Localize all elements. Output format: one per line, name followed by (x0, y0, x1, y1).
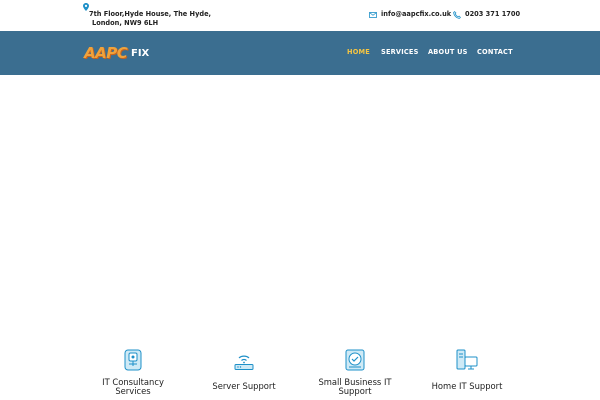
main-navbar: AAPC FIX HOME SERVICES ABOUT US CONTACT (0, 31, 600, 75)
email-link[interactable]: info@aapcfix.co.uk (381, 10, 451, 19)
it-consultancy-icon (124, 349, 142, 371)
server-router-icon (234, 355, 254, 370)
nav-services[interactable]: SERVICES (381, 48, 419, 56)
logo-text: AAPC (84, 44, 128, 62)
nav-about-us[interactable]: ABOUT US (428, 48, 468, 56)
home-computer-icon (456, 349, 478, 370)
services-row: IT Consultancy Services Server Support S… (0, 340, 600, 400)
phone-icon (453, 11, 461, 19)
nav-home[interactable]: HOME (347, 48, 370, 56)
service-label-line-2: Services (115, 386, 151, 396)
address-line-1: 7th Floor,Hyde House, The Hyde, (89, 10, 212, 18)
site-logo[interactable]: AAPC FIX (84, 44, 154, 64)
address-line-2: London, NW9 6LH (92, 18, 159, 27)
phone-link[interactable]: 0203 371 1700 (465, 10, 520, 19)
service-label: Home IT Support (431, 381, 503, 391)
nav-contact[interactable]: CONTACT (477, 48, 513, 56)
service-label-line-2: Support (338, 386, 372, 396)
envelope-icon (369, 12, 377, 18)
logo-suffix: FIX (131, 48, 150, 59)
address: 7th Floor,Hyde House, The Hyde, London, … (89, 10, 211, 27)
service-label: Server Support (212, 381, 276, 391)
business-support-icon (345, 349, 365, 371)
top-info-bar: 7th Floor,Hyde House, The Hyde, London, … (0, 0, 600, 31)
